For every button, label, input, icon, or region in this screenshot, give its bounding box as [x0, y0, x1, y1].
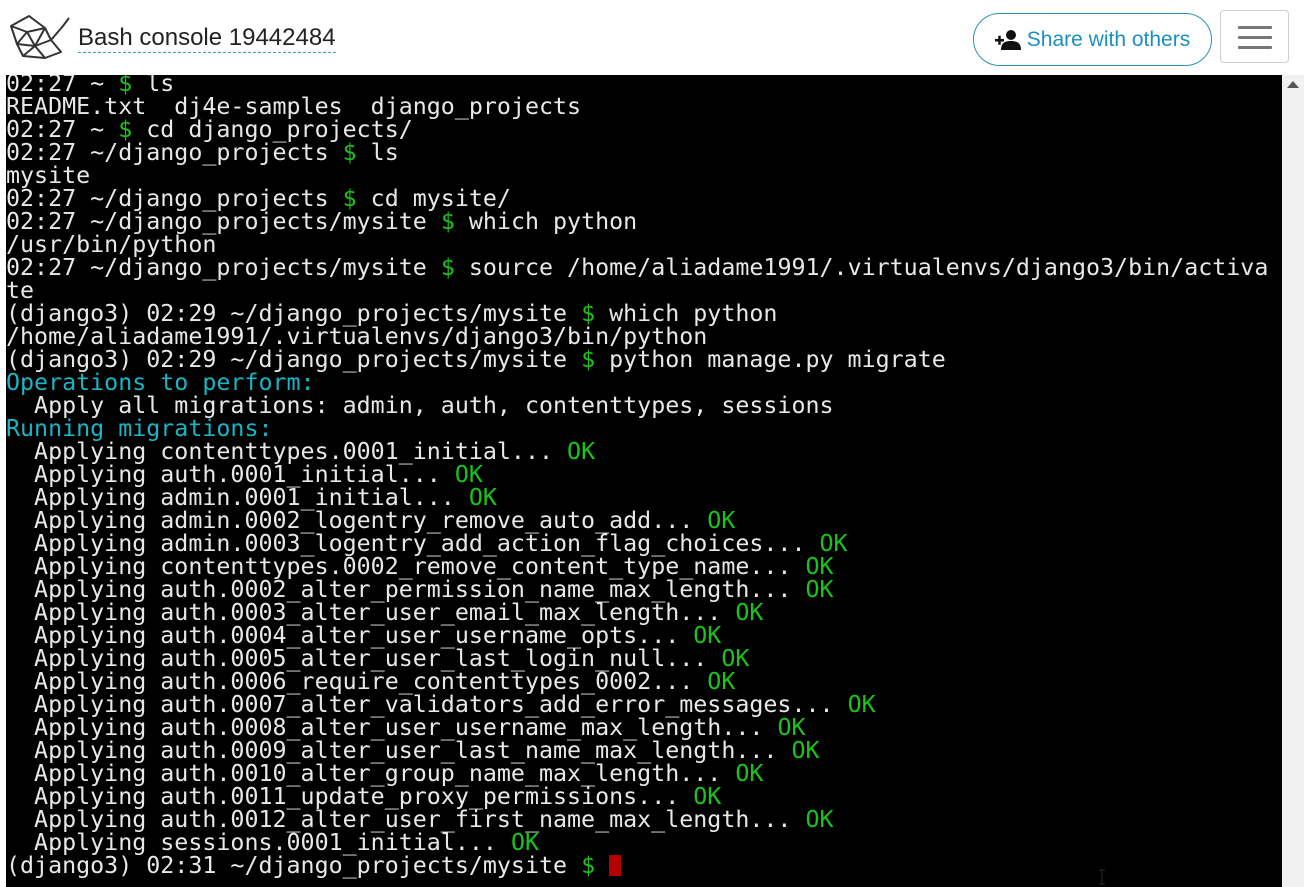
status-ok: OK	[805, 806, 834, 833]
terminal-line: Applying auth.0012_alter_user_first_name…	[6, 808, 1268, 831]
prompt-symbol: $	[440, 254, 455, 281]
terminal-line: Applying auth.0007_alter_validators_add_…	[6, 693, 1268, 716]
terminal-cursor	[609, 855, 622, 876]
share-button-label: Share with others	[1026, 27, 1191, 51]
hamburger-menu-icon	[1238, 26, 1272, 29]
terminal-line: /usr/bin/python	[6, 233, 1268, 256]
terminal-line: 02:27 ~/django_projects $ ls	[6, 141, 1268, 164]
terminal-line: Applying sessions.0001_initial... OK	[6, 831, 1268, 854]
terminal-line: Applying auth.0003_alter_user_email_max_…	[6, 601, 1268, 624]
prompt-symbol: $	[581, 852, 596, 879]
terminal-line: 02:27 ~ $ cd django_projects/	[6, 118, 1268, 141]
console-header: Bash console 19442484 Share with others	[0, 0, 1304, 75]
terminal-line: Applying auth.0008_alter_user_username_m…	[6, 716, 1268, 739]
terminal-line: 02:27 ~ $ ls	[6, 75, 1268, 95]
add-user-icon	[994, 29, 1021, 50]
share-with-others-button[interactable]: Share with others	[973, 13, 1212, 66]
hamburger-menu-button[interactable]	[1220, 10, 1289, 63]
hamburger-menu-icon	[1238, 36, 1272, 39]
scroll-up-arrow-icon[interactable]	[1287, 81, 1299, 88]
terminal-line: (django3) 02:29 ~/django_projects/mysite…	[6, 302, 1268, 325]
terminal-line: Applying auth.0004_alter_user_username_o…	[6, 624, 1268, 647]
terminal-line: Applying auth.0001_initial... OK	[6, 463, 1268, 486]
status-ok: OK	[791, 737, 820, 764]
terminal-text: python manage.py migrate	[595, 346, 946, 373]
terminal-line: Applying admin.0002_logentry_remove_auto…	[6, 509, 1268, 532]
terminal-line: Apply all migrations: admin, auth, conte…	[6, 394, 1268, 417]
status-ok: OK	[805, 576, 834, 603]
terminal-line: Applying auth.0011_update_proxy_permissi…	[6, 785, 1268, 808]
terminal-line: (django3) 02:31 ~/django_projects/mysite…	[6, 854, 1268, 877]
terminal-text: source /home/aliadame1991/.virtualenvs/d…	[454, 254, 1269, 281]
terminal-text: which python	[454, 208, 638, 235]
terminal-line: 02:27 ~/django_projects $ cd mysite/	[6, 187, 1268, 210]
hamburger-menu-icon	[1238, 46, 1272, 49]
text-ibeam-icon	[1099, 869, 1105, 885]
prompt-symbol: $	[581, 346, 596, 373]
terminal-output: 02:27 ~ $ ls README.txt dj4e-samples djan…	[6, 75, 1268, 877]
terminal-line: Applying auth.0002_alter_permission_name…	[6, 578, 1268, 601]
terminal-line: (django3) 02:29 ~/django_projects/mysite…	[6, 348, 1268, 371]
terminal-line: README.txt dj4e-samples django_projects	[6, 95, 1268, 118]
terminal-line: Applying auth.0009_alter_user_last_name_…	[6, 739, 1268, 762]
terminal-text: (django3) 02:31 ~/django_projects/mysite	[6, 852, 582, 879]
terminal-line: /home/aliadame1991/.virtualenvs/django3/…	[6, 325, 1268, 348]
terminal-line: Applying contenttypes.0001_initial... OK	[6, 440, 1268, 463]
terminal-line: Applying auth.0005_alter_user_last_login…	[6, 647, 1268, 670]
prompt-symbol: $	[440, 208, 455, 235]
terminal-line: Running migrations:	[6, 417, 1268, 440]
status-ok: OK	[847, 691, 876, 718]
terminal-line: Applying admin.0003_logentry_add_action_…	[6, 532, 1268, 555]
terminal-line: mysite	[6, 164, 1268, 187]
console-title[interactable]: Bash console 19442484	[78, 24, 336, 53]
terminal-line: Applying admin.0001_initial... OK	[6, 486, 1268, 509]
status-ok: OK	[567, 438, 596, 465]
terminal-line: 02:27 ~/django_projects/mysite $ source …	[6, 256, 1268, 279]
terminal-line: Applying contenttypes.0002_remove_conten…	[6, 555, 1268, 578]
terminal-line: Applying auth.0006_require_contenttypes_…	[6, 670, 1268, 693]
status-ok: OK	[735, 760, 764, 787]
terminal-screen[interactable]: 02:27 ~ $ ls README.txt dj4e-samples djan…	[6, 75, 1282, 887]
terminal-text: 02:27 ~/django_projects/mysite	[6, 254, 441, 281]
terminal-line: Applying auth.0010_alter_group_name_max_…	[6, 762, 1268, 785]
status-ok: OK	[735, 599, 764, 626]
terminal-line: 02:27 ~/django_projects/mysite $ which p…	[6, 210, 1268, 233]
terminal-text: ls	[356, 139, 399, 166]
prompt-symbol: $	[342, 139, 357, 166]
terminal-line: Operations to perform:	[6, 371, 1268, 394]
pythonanywhere-logo-icon[interactable]	[5, 12, 71, 62]
terminal-scrollbar[interactable]	[1282, 75, 1304, 887]
terminal-line: te	[6, 279, 1268, 302]
